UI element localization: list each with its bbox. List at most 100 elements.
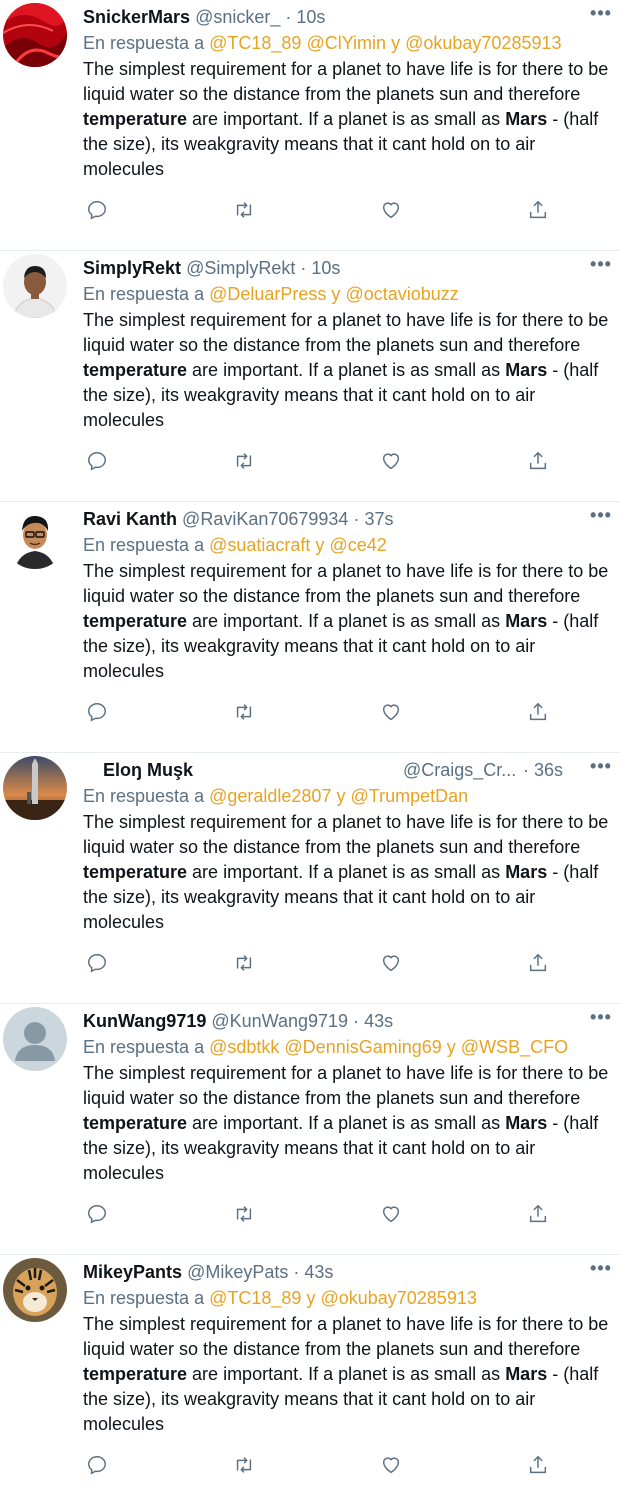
- like-button[interactable]: [377, 1200, 405, 1228]
- display-name[interactable]: SimplyRekt: [83, 258, 181, 278]
- tweet-text-part: are important. If a planet is as small a…: [187, 1364, 506, 1384]
- mention-link[interactable]: @TrumpetDan: [351, 786, 469, 806]
- display-name[interactable]: Eloŋ Muşk: [103, 760, 193, 780]
- user-handle[interactable]: @KunWang9719: [211, 1011, 348, 1031]
- like-icon: [382, 453, 400, 470]
- tweet-header: Ravi Kanth @RaviKan70679934 · 37s: [83, 508, 570, 530]
- tweet-text-bold: Mars: [505, 109, 548, 129]
- tweet-header: MikeyPants @MikeyPats · 43s: [83, 1261, 570, 1283]
- reply-button[interactable]: [83, 698, 111, 726]
- share-icon: [529, 1204, 547, 1223]
- mention-link[interactable]: @sdbtkk: [209, 1037, 279, 1057]
- avatar[interactable]: [3, 1007, 67, 1071]
- like-button[interactable]: [377, 698, 405, 726]
- mention-link[interactable]: @ce42: [329, 535, 386, 555]
- user-handle[interactable]: @SimplyRekt: [186, 258, 295, 278]
- display-name[interactable]: SnickerMars: [83, 7, 190, 27]
- mention-link[interactable]: @suatiacraft: [209, 535, 310, 555]
- timestamp[interactable]: · 10s: [300, 258, 340, 278]
- display-name[interactable]: Ravi Kanth: [83, 509, 177, 529]
- timestamp[interactable]: · 43s: [353, 1011, 393, 1031]
- user-handle[interactable]: @snicker_: [195, 7, 280, 27]
- mention-link[interactable]: @okubay70285913: [405, 33, 561, 53]
- mention-link[interactable]: @WSB_CFO: [461, 1037, 568, 1057]
- reply-icon: [88, 201, 106, 220]
- tiger-avatar-icon: [3, 1258, 67, 1322]
- more-icon[interactable]: •••: [584, 757, 618, 779]
- avatar[interactable]: [3, 505, 67, 569]
- mention-link[interactable]: @TC18_89: [209, 1288, 301, 1308]
- mention-link[interactable]: @okubay70285913: [320, 1288, 476, 1308]
- user-handle[interactable]: @RaviKan70679934: [182, 509, 348, 529]
- retweet-button[interactable]: [230, 698, 258, 726]
- share-button[interactable]: [524, 196, 552, 224]
- mention-link[interactable]: @geraldle2807: [209, 786, 331, 806]
- mention-link[interactable]: @DeluarPress: [209, 284, 326, 304]
- reply-prefix: En respuesta a: [83, 1037, 205, 1057]
- mention-link[interactable]: @TC18_89: [209, 33, 301, 53]
- avatar[interactable]: [3, 254, 67, 318]
- cartoon-boy-avatar-icon: [3, 505, 67, 569]
- share-button[interactable]: [524, 949, 552, 977]
- reply-button[interactable]: [83, 949, 111, 977]
- user-handle[interactable]: @Craigs_Cr...: [403, 759, 516, 781]
- share-button[interactable]: [524, 1451, 552, 1479]
- mention-link[interactable]: @ClYimin: [306, 33, 386, 53]
- tweet-actions: [83, 949, 563, 977]
- timestamp[interactable]: · 10s: [285, 7, 325, 27]
- more-icon[interactable]: •••: [584, 4, 618, 26]
- tweet-header: Eloŋ Muşk @Craigs_Cr... · 36s: [83, 759, 570, 781]
- tweet-item[interactable]: Eloŋ Muşk @Craigs_Cr... · 36s ••• En res…: [0, 753, 620, 1004]
- retweet-button[interactable]: [230, 1200, 258, 1228]
- like-button[interactable]: [377, 1451, 405, 1479]
- tweet-text-part: are important. If a planet is as small a…: [187, 1113, 506, 1133]
- timestamp[interactable]: · 43s: [293, 1262, 333, 1282]
- more-icon[interactable]: •••: [584, 1008, 618, 1030]
- reply-button[interactable]: [83, 447, 111, 475]
- more-icon[interactable]: •••: [584, 255, 618, 277]
- retweet-button[interactable]: [230, 196, 258, 224]
- display-name[interactable]: MikeyPants: [83, 1262, 182, 1282]
- avatar[interactable]: [3, 3, 67, 67]
- reply-button[interactable]: [83, 1451, 111, 1479]
- avatar[interactable]: [3, 756, 67, 820]
- share-button[interactable]: [524, 447, 552, 475]
- like-icon: [382, 1457, 400, 1474]
- user-handle[interactable]: @MikeyPats: [187, 1262, 288, 1282]
- man-portrait-avatar-icon: [3, 254, 67, 318]
- reply-prefix: En respuesta a: [83, 535, 205, 555]
- reply-context: En respuesta a @geraldle2807 y @TrumpetD…: [83, 785, 468, 807]
- retweet-button[interactable]: [230, 1451, 258, 1479]
- retweet-button[interactable]: [230, 447, 258, 475]
- reply-context: En respuesta a @TC18_89 y @okubay7028591…: [83, 1287, 477, 1309]
- tweet-text-part: are important. If a planet is as small a…: [187, 862, 506, 882]
- avatar[interactable]: [3, 1258, 67, 1322]
- share-icon: [529, 200, 547, 219]
- like-button[interactable]: [377, 447, 405, 475]
- mention-link[interactable]: @DennisGaming69: [284, 1037, 441, 1057]
- display-name[interactable]: KunWang9719: [83, 1011, 206, 1031]
- reply-context: En respuesta a @sdbtkk @DennisGaming69 y…: [83, 1036, 568, 1058]
- tweet-item[interactable]: SnickerMars @snicker_ · 10s ••• En respu…: [0, 0, 620, 251]
- reply-button[interactable]: [83, 1200, 111, 1228]
- tweet-item[interactable]: MikeyPants @MikeyPats · 43s ••• En respu…: [0, 1255, 620, 1506]
- more-icon[interactable]: •••: [584, 506, 618, 528]
- mention-link[interactable]: @octaviobuzz: [345, 284, 458, 304]
- reply-button[interactable]: [83, 196, 111, 224]
- tweet-text: The simplest requirement for a planet to…: [83, 810, 618, 935]
- tweet-item[interactable]: Ravi Kanth @RaviKan70679934 · 37s ••• En…: [0, 502, 620, 753]
- timestamp[interactable]: · 36s: [523, 759, 563, 781]
- more-icon[interactable]: •••: [584, 1259, 618, 1281]
- timestamp[interactable]: · 37s: [353, 509, 393, 529]
- share-button[interactable]: [524, 698, 552, 726]
- like-button[interactable]: [377, 196, 405, 224]
- tweet-item[interactable]: SimplyRekt @SimplyRekt · 10s ••• En resp…: [0, 251, 620, 502]
- share-button[interactable]: [524, 1200, 552, 1228]
- like-icon: [382, 202, 400, 219]
- reply-icon: [88, 1205, 106, 1224]
- retweet-button[interactable]: [230, 949, 258, 977]
- like-button[interactable]: [377, 949, 405, 977]
- share-icon: [529, 953, 547, 972]
- tweet-item[interactable]: KunWang9719 @KunWang9719 · 43s ••• En re…: [0, 1004, 620, 1255]
- tweet-text: The simplest requirement for a planet to…: [83, 1061, 618, 1186]
